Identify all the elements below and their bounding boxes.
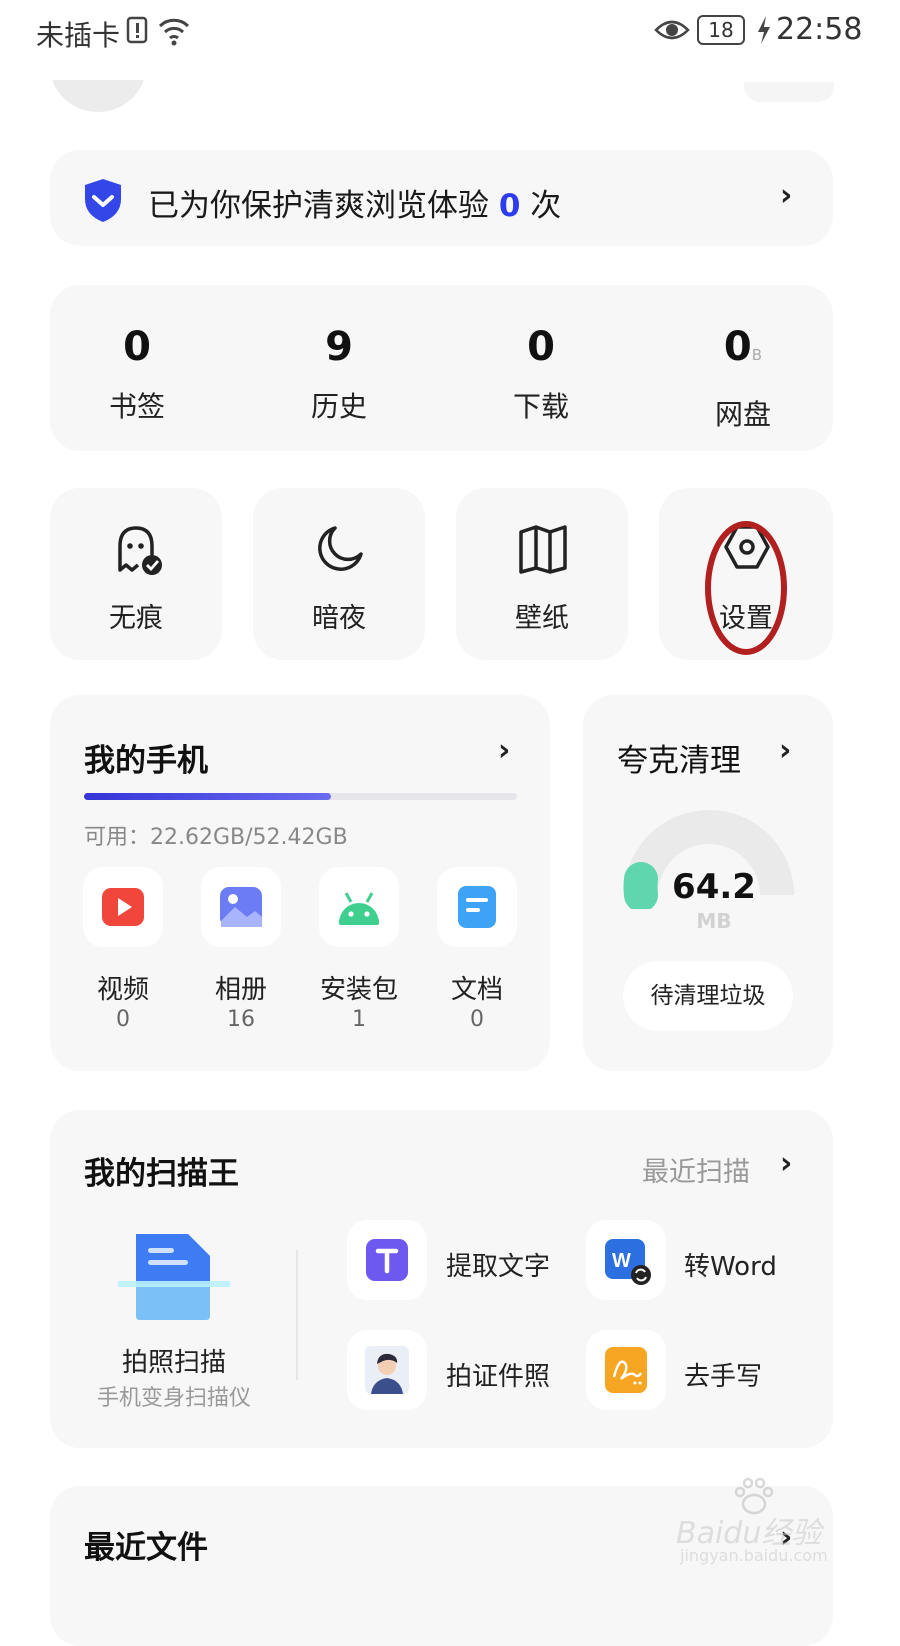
storage-text: 可用：22.62GB/52.42GB	[84, 825, 348, 850]
cleaner-value: 64.2	[672, 867, 756, 907]
stat-value: 9	[325, 324, 353, 370]
id-photo-icon	[365, 1346, 409, 1394]
app-album[interactable]	[201, 867, 281, 947]
recent-files-title: 最近文件	[84, 1530, 208, 1566]
scanner-card: 我的扫描王 最近扫描 › 拍照扫描 手机变身扫描仪 提取文字 W 转Word 拍…	[50, 1110, 833, 1448]
stat-unit: B	[751, 346, 763, 364]
scan-document-icon	[118, 1234, 230, 1320]
stat-label: 书签	[108, 390, 165, 423]
scanner-title: 我的扫描王	[84, 1156, 239, 1192]
app-count: 0	[116, 1007, 130, 1032]
stat-label: 历史	[310, 390, 367, 423]
svg-text:W: W	[612, 1250, 631, 1272]
tool-icon-bg	[347, 1330, 427, 1410]
tile-wallpaper[interactable]: 壁纸	[456, 488, 628, 660]
stat-cloud-drive[interactable]: 0B 网盘	[663, 327, 823, 433]
app-video[interactable]	[83, 867, 163, 947]
app-label: 安装包	[319, 975, 398, 1005]
incognito-ghost-icon	[118, 526, 162, 575]
watermark-url: jingyan.baidu.com	[680, 1546, 828, 1565]
charging-icon	[758, 16, 770, 44]
protect-banner[interactable]: 已为你保护清爽浏览体验 0 次 ›	[50, 150, 833, 246]
stat-value: 0	[123, 324, 151, 370]
storage-bar-fill	[84, 793, 331, 800]
cleaner-unit: MB	[696, 909, 732, 933]
tile-label: 暗夜	[312, 603, 366, 634]
text-extract-icon	[366, 1239, 408, 1281]
app-label: 视频	[96, 975, 149, 1005]
chevron-right-icon: ›	[779, 733, 792, 768]
protect-count: 0	[498, 188, 521, 224]
top-pill-button[interactable]	[744, 82, 834, 102]
stat-label: 下载	[512, 390, 569, 423]
protect-prefix: 已为你保护清爽浏览体验	[148, 188, 489, 224]
moon-icon	[318, 526, 363, 571]
app-count: 1	[352, 1007, 366, 1032]
app-label: 文档	[450, 975, 503, 1005]
sim-status: 未插卡	[36, 19, 121, 52]
storage-bar	[84, 793, 517, 800]
photo-scan-label: 拍照扫描	[121, 1348, 226, 1378]
eye-comfort-icon	[654, 20, 690, 40]
annotation-circle	[705, 521, 787, 655]
stat-downloads[interactable]: 0 下载	[461, 327, 621, 425]
tool-icon-bg	[586, 1330, 666, 1410]
tool-label: 拍证件照	[446, 1362, 551, 1392]
protect-text: 已为你保护清爽浏览体验 0 次	[148, 180, 561, 225]
stat-value: 0	[723, 324, 752, 370]
tile-night-mode[interactable]: 暗夜	[253, 488, 425, 660]
remove-handwriting-icon	[605, 1347, 647, 1393]
shield-icon	[85, 179, 121, 222]
clock: 22:58	[776, 12, 863, 47]
stat-bookmarks[interactable]: 0 书签	[57, 327, 217, 425]
battery-level: 18	[708, 18, 734, 42]
chevron-right-icon: ›	[780, 1146, 793, 1181]
divider	[296, 1250, 298, 1380]
app-install-package[interactable]	[319, 867, 399, 947]
stat-label: 网盘	[714, 398, 771, 431]
tool-label: 去手写	[684, 1362, 763, 1392]
video-icon	[102, 888, 144, 926]
app-document[interactable]	[437, 867, 517, 947]
my-phone-title: 我的手机	[84, 743, 208, 779]
app-label: 相册	[214, 975, 267, 1005]
app-count: 16	[227, 1007, 255, 1032]
tool-icon-bg	[347, 1220, 427, 1300]
tile-incognito[interactable]: 无痕	[50, 488, 222, 660]
tool-label: 提取文字	[446, 1252, 551, 1282]
my-phone-card[interactable]: 我的手机 › 可用：22.62GB/52.42GB 视频 0 相册 16 安装包…	[50, 695, 550, 1071]
wifi-icon	[158, 18, 190, 46]
stat-value: 0	[527, 324, 555, 370]
wallpaper-icon	[519, 525, 567, 574]
album-icon	[220, 887, 262, 927]
app-count: 0	[470, 1007, 484, 1032]
android-icon	[339, 892, 379, 925]
cleaner-card[interactable]: 夸克清理 › 64.2 MB 待清理垃圾	[583, 695, 833, 1071]
tile-label: 无痕	[109, 603, 163, 634]
cleaner-title: 夸克清理	[617, 743, 741, 779]
photo-scan-subtitle: 手机变身扫描仪	[96, 1386, 251, 1411]
stats-card: 0 书签 9 历史 0 下载 0B 网盘	[50, 285, 833, 451]
clean-junk-button[interactable]: 待清理垃圾	[623, 961, 793, 1031]
recent-scan-link[interactable]: 最近扫描	[642, 1150, 750, 1189]
tile-label: 壁纸	[515, 603, 569, 634]
word-convert-icon: W	[605, 1239, 651, 1285]
tool-label: 转Word	[684, 1252, 777, 1282]
sim-alert-icon	[126, 16, 148, 44]
chevron-right-icon: ›	[780, 178, 793, 213]
tool-icon-bg: W	[586, 1220, 666, 1300]
chevron-right-icon: ›	[498, 733, 511, 768]
protect-suffix: 次	[530, 188, 562, 224]
stat-history[interactable]: 9 历史	[259, 327, 419, 425]
document-icon	[458, 886, 496, 928]
battery-icon: 18	[697, 15, 745, 45]
